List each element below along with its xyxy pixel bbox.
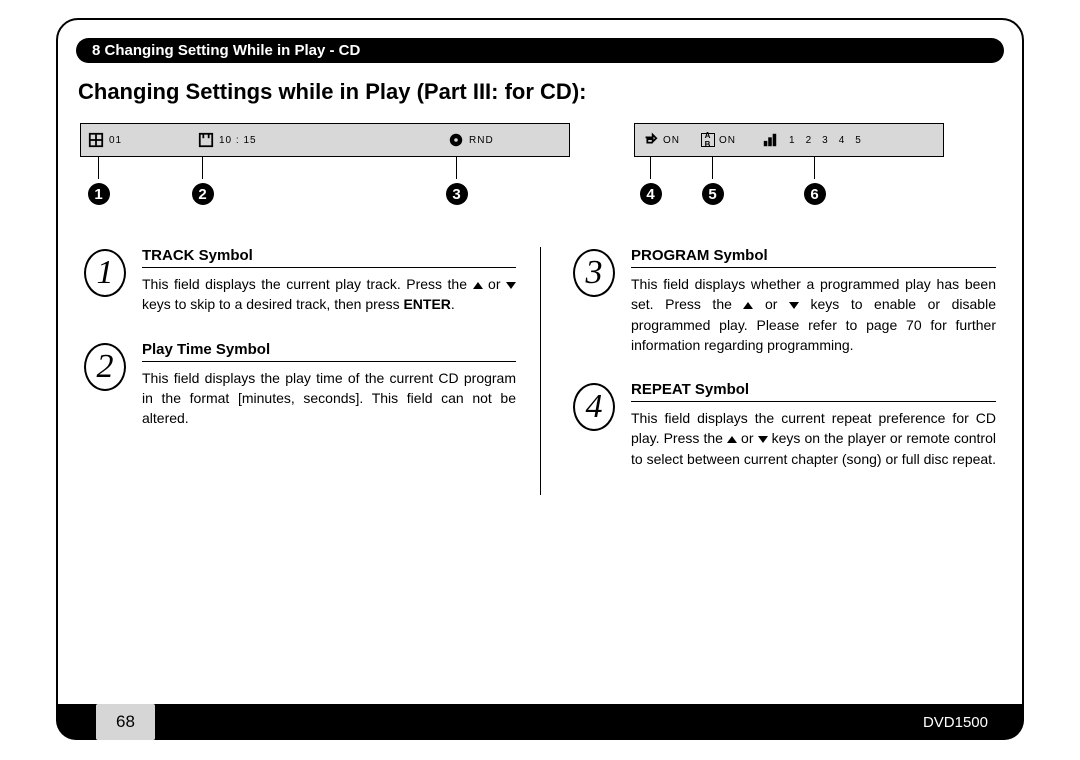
down-triangle-icon	[758, 436, 768, 443]
up-triangle-icon	[473, 282, 483, 289]
item-3: 3 PROGRAM Symbol This field displays whe…	[573, 247, 996, 355]
lcd-display-right: ON AB ON 1 2 3 4 5	[634, 123, 944, 157]
item-3-title: PROGRAM Symbol	[631, 247, 996, 268]
lcd-prog-5: 5	[855, 135, 862, 146]
track-grid-icon	[87, 131, 105, 149]
lcd-display-left: 01 10 : 15 RND	[80, 123, 570, 157]
item-3-number: 3	[573, 249, 615, 297]
lcd-repeat-value: ON	[663, 135, 680, 146]
item-2-text: This field displays the play time of the…	[142, 368, 516, 429]
down-triangle-icon	[789, 302, 799, 309]
lcd-ab-value: ON	[719, 135, 736, 146]
disc-icon	[447, 131, 465, 149]
page-number: 68	[96, 704, 155, 740]
item-4: 4 REPEAT Symbol This field displays the …	[573, 381, 996, 469]
item-4-text: This field displays the current repeat p…	[631, 408, 996, 469]
lcd-row: 01 10 : 15 RND 1	[80, 123, 1004, 157]
callout-1: 1	[88, 183, 110, 205]
item-3-text: This field displays whether a programmed…	[631, 274, 996, 355]
description-columns: 1 TRACK Symbol This field displays the c…	[76, 247, 1004, 495]
model-label: DVD1500	[923, 714, 988, 731]
lcd-track-value: 01	[109, 135, 122, 146]
program-icon	[761, 131, 779, 149]
item-2: 2 Play Time Symbol This field displays t…	[84, 341, 516, 429]
chapter-bar: 8 Changing Setting While in Play - CD	[76, 38, 1004, 63]
lcd-prog-3: 3	[822, 135, 829, 146]
callout-6: 6	[804, 183, 826, 205]
item-1: 1 TRACK Symbol This field displays the c…	[84, 247, 516, 315]
item-2-title: Play Time Symbol	[142, 341, 516, 362]
page-title: Changing Settings while in Play (Part II…	[78, 79, 1002, 105]
down-triangle-icon	[506, 282, 516, 289]
lcd-mode-value: RND	[469, 135, 494, 146]
lcd-time-value: 10 : 15	[219, 135, 257, 146]
callout-3: 3	[446, 183, 468, 205]
item-1-title: TRACK Symbol	[142, 247, 516, 268]
up-triangle-icon	[743, 302, 753, 309]
callout-2: 2	[192, 183, 214, 205]
lcd-prog-1: 1	[789, 135, 796, 146]
item-1-number: 1	[84, 249, 126, 297]
item-2-number: 2	[84, 343, 126, 391]
lcd-prog-2: 2	[806, 135, 813, 146]
repeat-icon	[641, 131, 659, 149]
item-4-title: REPEAT Symbol	[631, 381, 996, 402]
lcd-prog-4: 4	[839, 135, 846, 146]
item-4-number: 4	[573, 383, 615, 431]
item-1-text: This field displays the current play tra…	[142, 274, 516, 315]
ab-repeat-icon: AB	[701, 133, 715, 147]
page-frame: 8 Changing Setting While in Play - CD Ch…	[56, 18, 1024, 740]
time-box-icon	[197, 131, 215, 149]
callout-5: 5	[702, 183, 724, 205]
callout-4: 4	[640, 183, 662, 205]
footer-bar: 68 DVD1500	[56, 704, 1024, 740]
up-triangle-icon	[727, 436, 737, 443]
